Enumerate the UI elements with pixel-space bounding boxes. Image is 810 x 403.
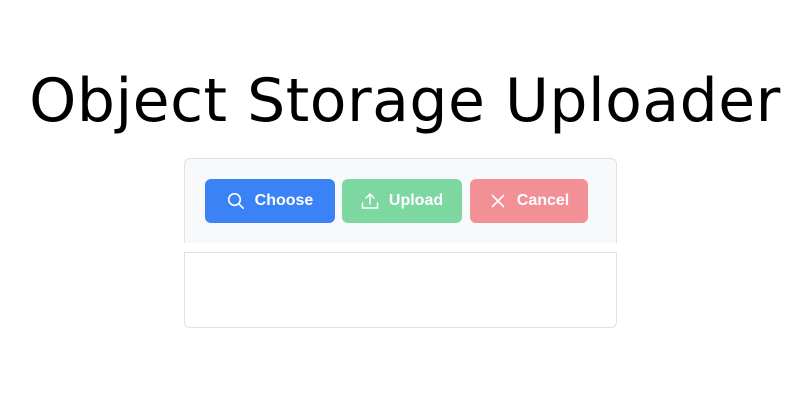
upload-drop-area[interactable] bbox=[184, 252, 617, 328]
cancel-button[interactable]: Cancel bbox=[470, 179, 588, 223]
upload-icon bbox=[361, 192, 379, 210]
upload-button-label: Upload bbox=[388, 192, 444, 209]
file-uploader: Choose Upload Cancel bbox=[184, 158, 617, 329]
cancel-button-label: Cancel bbox=[516, 192, 570, 209]
page-title: Object Storage Uploader bbox=[29, 66, 781, 136]
search-icon bbox=[227, 192, 245, 210]
upload-button[interactable]: Upload bbox=[342, 179, 462, 223]
close-icon bbox=[489, 192, 507, 210]
choose-button-label: Choose bbox=[254, 192, 314, 209]
page: Object Storage Uploader Choose Upload Ca… bbox=[0, 0, 810, 403]
choose-button[interactable]: Choose bbox=[205, 179, 335, 223]
uploader-toolbar: Choose Upload Cancel bbox=[184, 158, 617, 243]
